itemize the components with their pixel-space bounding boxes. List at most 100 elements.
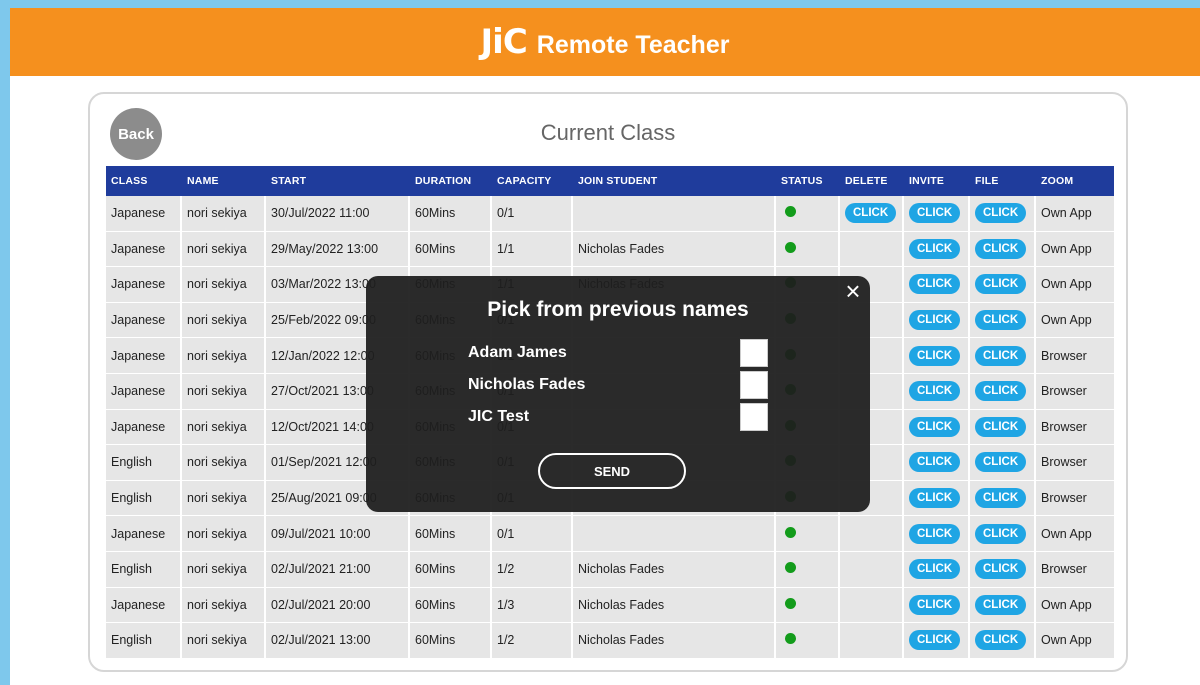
class-cell: Japanese [106,231,182,268]
file-cell: CLICK [970,302,1036,339]
invite-click-button[interactable]: CLICK [909,559,961,580]
name-option-label: Nicholas Fades [468,376,586,393]
zoom-cell: Own App [1036,302,1114,339]
join-student-cell: Nicholas Fades [573,623,776,659]
column-header: START [266,166,410,196]
zoom-cell: Browser [1036,445,1114,481]
column-header: FILE [970,166,1036,196]
class-cell: English [106,551,182,588]
file-click-button[interactable]: CLICK [975,381,1027,402]
name-cell: nori sekiya [182,516,266,552]
join-student-cell: Nicholas Fades [573,551,776,588]
status-dot-icon [785,206,796,218]
file-click-button[interactable]: CLICK [975,238,1027,259]
app-window: JiC Remote Teacher Back Current Class CL… [10,8,1200,685]
start-cell: 29/May/2022 13:00 [266,231,410,268]
status-cell [776,551,840,588]
invite-click-button[interactable]: CLICK [909,594,961,615]
file-click-button[interactable]: CLICK [975,488,1027,509]
file-click-button[interactable]: CLICK [975,203,1027,224]
send-button[interactable]: SEND [538,453,686,489]
zoom-cell: Own App [1036,196,1114,232]
file-click-button[interactable]: CLICK [975,274,1027,295]
delete-cell [840,516,904,552]
column-header: DELETE [840,166,904,196]
invite-click-button[interactable]: CLICK [909,488,961,509]
table-row: English nori sekiya 02/Jul/2021 13:00 60Min… [106,623,1114,659]
table-row: Japanese nori sekiya 29/May/2022 13:00 60Mi… [106,231,1114,268]
zoom-cell: Browser [1036,409,1114,446]
class-cell: Japanese [106,516,182,552]
capacity-cell: 1/2 [492,551,573,588]
invite-cell: CLICK [904,551,970,588]
zoom-cell: Own App [1036,231,1114,268]
name-option-label: Adam James [468,344,567,361]
invite-click-button[interactable]: CLICK [909,416,961,437]
invite-click-button[interactable]: CLICK [909,381,961,402]
invite-cell: CLICK [904,516,970,552]
class-cell: Japanese [106,267,182,303]
table-header-row: CLASS NAME START DURATION CAPACITY JOIN STUDE… [106,166,1114,196]
class-cell: Japanese [106,338,182,374]
file-click-button[interactable]: CLICK [975,452,1027,473]
name-cell: nori sekiya [182,445,266,481]
invite-click-button[interactable]: CLICK [909,310,961,331]
file-cell: CLICK [970,231,1036,268]
app-title: Remote Teacher [536,31,730,59]
join-student-cell [573,516,776,552]
file-click-button[interactable]: CLICK [975,630,1027,651]
name-cell: nori sekiya [182,267,266,303]
name-cell: nori sekiya [182,551,266,588]
column-header: INVITE [904,166,970,196]
zoom-cell: Browser [1036,373,1114,410]
capacity-cell: 0/1 [492,516,573,552]
delete-cell [840,623,904,659]
duration-cell: 60Mins [410,516,492,552]
file-click-button[interactable]: CLICK [975,345,1027,366]
app-header: JiC Remote Teacher [10,8,1200,76]
class-cell: English [106,480,182,517]
name-cell: nori sekiya [182,231,266,268]
file-click-button[interactable]: CLICK [975,594,1027,615]
status-cell [776,231,840,268]
zoom-cell: Browser [1036,551,1114,588]
class-cell: Japanese [106,302,182,339]
name-cell: nori sekiya [182,409,266,446]
logo-mark: JiC [480,22,528,62]
invite-cell: CLICK [904,267,970,303]
name-cell: nori sekiya [182,587,266,624]
status-dot-icon [785,241,796,253]
file-cell: CLICK [970,445,1036,481]
invite-click-button[interactable]: CLICK [909,452,961,473]
invite-click-button[interactable]: CLICK [909,630,961,651]
invite-click-button[interactable]: CLICK [909,238,961,259]
start-cell: 09/Jul/2021 10:00 [266,516,410,552]
file-click-button[interactable]: CLICK [975,416,1027,437]
invite-click-button[interactable]: CLICK [909,274,961,295]
name-checkbox[interactable] [740,339,768,367]
start-cell: 30/Jul/2022 11:00 [266,196,410,232]
name-cell: nori sekiya [182,302,266,339]
invite-cell: CLICK [904,373,970,410]
invite-cell: CLICK [904,196,970,232]
file-click-button[interactable]: CLICK [975,310,1027,331]
invite-click-button[interactable]: CLICK [909,345,961,366]
name-checkbox[interactable] [740,371,768,399]
invite-click-button[interactable]: CLICK [909,203,961,224]
invite-cell: CLICK [904,445,970,481]
file-cell: CLICK [970,551,1036,588]
status-dot-icon [785,597,796,609]
name-cell: nori sekiya [182,196,266,232]
name-option-label: JIC Test [468,408,530,425]
table-row: Japanese nori sekiya 02/Jul/2021 20:00 60Mi… [106,587,1114,624]
name-checkbox[interactable] [740,403,768,431]
column-header: STATUS [776,166,840,196]
zoom-cell: Own App [1036,623,1114,659]
file-click-button[interactable]: CLICK [975,559,1027,580]
column-header: CAPACITY [492,166,573,196]
delete-click-button[interactable]: CLICK [845,203,897,224]
file-click-button[interactable]: CLICK [975,523,1027,544]
delete-cell [840,551,904,588]
name-option: Nicholas Fades [468,371,768,399]
invite-click-button[interactable]: CLICK [909,523,961,544]
